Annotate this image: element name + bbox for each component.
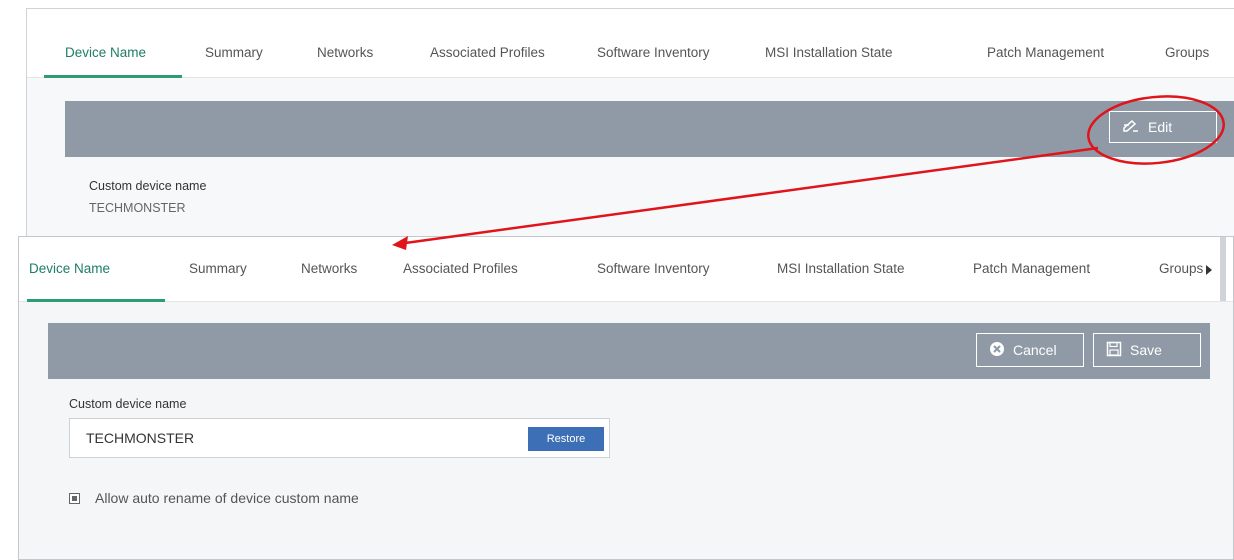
- tab-patch-management[interactable]: Patch Management: [987, 45, 1104, 61]
- custom-device-name-input-value: TECHMONSTER: [86, 430, 195, 446]
- cancel-circle-icon: [989, 341, 1005, 360]
- toolbar: Cancel Save: [48, 323, 1210, 379]
- auto-rename-checkbox-label: Allow auto rename of device custom name: [95, 490, 359, 506]
- save-button[interactable]: Save: [1093, 333, 1201, 367]
- restore-button[interactable]: Restore: [528, 427, 604, 451]
- tab-patch-management[interactable]: Patch Management: [973, 261, 1090, 277]
- tab-networks[interactable]: Networks: [301, 261, 357, 277]
- chevron-right-icon[interactable]: [1205, 263, 1213, 281]
- active-tab-indicator: [44, 75, 182, 78]
- tab-msi-installation-state[interactable]: MSI Installation State: [765, 45, 893, 61]
- tab-summary[interactable]: Summary: [205, 45, 263, 61]
- tab-associated-profiles[interactable]: Associated Profiles: [403, 261, 518, 277]
- tab-software-inventory[interactable]: Software Inventory: [597, 45, 710, 61]
- checkbox-checked-mark: [72, 496, 77, 501]
- tab-bar: Device Name Summary Networks Associated …: [27, 9, 1234, 78]
- tab-groups[interactable]: Groups: [1165, 45, 1209, 61]
- tab-msi-installation-state[interactable]: MSI Installation State: [777, 261, 905, 277]
- tab-associated-profiles[interactable]: Associated Profiles: [430, 45, 545, 61]
- device-details-panel-edit: Device Name Summary Networks Associated …: [18, 236, 1234, 560]
- save-button-label: Save: [1130, 342, 1162, 358]
- edit-button[interactable]: Edit: [1109, 111, 1217, 143]
- tab-scroll-edge: [1220, 237, 1226, 301]
- custom-device-name-value: TECHMONSTER: [89, 201, 186, 215]
- toolbar: Edit: [65, 101, 1234, 157]
- custom-device-name-label: Custom device name: [89, 179, 207, 193]
- tab-networks[interactable]: Networks: [317, 45, 373, 61]
- auto-rename-checkbox[interactable]: [69, 493, 80, 504]
- tab-summary[interactable]: Summary: [189, 261, 247, 277]
- cancel-button[interactable]: Cancel: [976, 333, 1084, 367]
- tab-groups[interactable]: Groups: [1159, 261, 1203, 277]
- tab-device-name[interactable]: Device Name: [29, 261, 110, 277]
- save-disk-icon: [1106, 341, 1122, 360]
- custom-device-name-input[interactable]: TECHMONSTER Restore: [69, 418, 610, 458]
- custom-device-name-label: Custom device name: [69, 397, 187, 411]
- edit-pencil-icon: [1122, 119, 1140, 136]
- tab-software-inventory[interactable]: Software Inventory: [597, 261, 710, 277]
- tab-bar: Device Name Summary Networks Associated …: [19, 237, 1233, 302]
- active-tab-indicator: [27, 299, 165, 302]
- edit-button-label: Edit: [1148, 119, 1173, 135]
- tab-device-name[interactable]: Device Name: [65, 45, 146, 61]
- cancel-button-label: Cancel: [1013, 342, 1057, 358]
- device-details-panel-before: Device Name Summary Networks Associated …: [26, 8, 1234, 240]
